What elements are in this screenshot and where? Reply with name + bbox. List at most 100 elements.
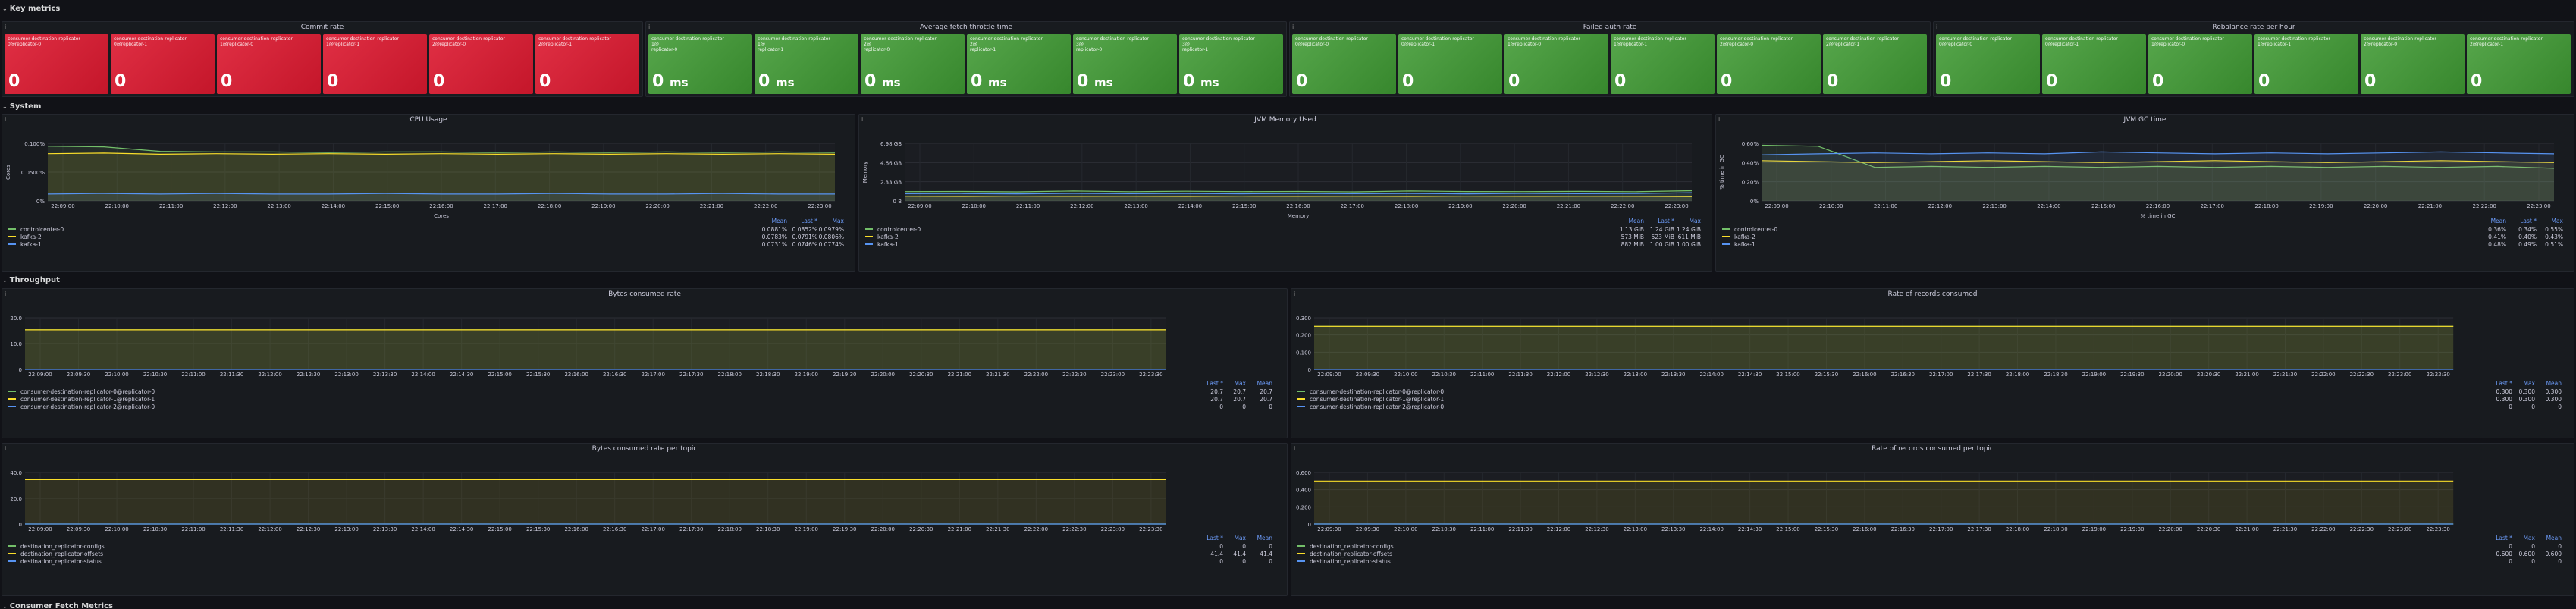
stat-tile[interactable]: consumer-destination-replicator- 1@ repl… xyxy=(755,34,858,94)
stat-tile[interactable]: consumer-destination-replicator- 2@repli… xyxy=(1717,34,1821,94)
legend-header[interactable]: Mean xyxy=(2527,535,2562,542)
legend-item[interactable]: consumer-destination-replicator-1@replic… xyxy=(1297,395,2569,403)
row-consumer-fetch-metrics[interactable]: ⌄ Consumer Fetch Metrics xyxy=(0,601,113,609)
legend-item[interactable]: kafka-1 0.48% 0.49% 0.51% xyxy=(1722,240,2569,248)
timeseries-panel-records_per_topic[interactable]: i Rate of records consumed per topic 0.60… xyxy=(1291,443,2574,596)
timeseries-panel-records_consumed[interactable]: i Rate of records consumed 0.300 0.200 0.10… xyxy=(1291,288,2574,438)
stat-tile[interactable]: consumer-destination-replicator- 2@ repl… xyxy=(967,34,1071,94)
x-tick-label: 22:16:00 xyxy=(1853,526,1876,532)
legend-series-name: kafka-2 xyxy=(877,233,899,240)
legend-item[interactable]: kafka-1 0.0731% 0.0746% 0.0774% xyxy=(8,240,850,248)
timeseries-panel-cpu[interactable]: i CPU Usage 0.100% 0.0500% 0% 22:09:00 22:10:… xyxy=(2,114,855,272)
stat-tile[interactable]: consumer-destination-replicator- 2@repli… xyxy=(2467,34,2571,94)
legend-header[interactable]: Mean xyxy=(1238,535,1272,542)
legend-item[interactable]: destination_replicator-offsets 0.600 0.600… xyxy=(1297,550,2569,557)
legend-item[interactable]: consumer-destination-replicator-2@replic… xyxy=(8,403,1282,410)
stat-panel[interactable]: i Rebalance rate per hour consumer-destin… xyxy=(1933,21,2574,97)
x-tick-label: 22:16:30 xyxy=(1891,372,1915,378)
legend-item[interactable]: destination_replicator-configs 0 0 0 xyxy=(1297,542,2569,550)
stat-panel[interactable]: i Failed auth rate consumer-destination-r… xyxy=(1289,21,1931,97)
timeseries-panel-jvm_mem[interactable]: i JVM Memory Used 6.98 GB 4.66 GB 2.33 GB 0 … xyxy=(858,114,1712,272)
legend-item[interactable]: destination_replicator-status 0 0 0 xyxy=(8,557,1282,565)
x-tick-label: 22:16:30 xyxy=(1891,526,1915,532)
legend-item[interactable]: controlcenter-0 1.13 GiB 1.24 GiB 1.24 GiB xyxy=(865,225,1707,233)
x-tick-label: 22:17:00 xyxy=(1929,372,1953,378)
stat-tile[interactable]: consumer-destination-replicator- 1@repli… xyxy=(323,34,427,94)
stat-tile[interactable]: consumer-destination-replicator- 2@repli… xyxy=(1823,34,1927,94)
stat-tile[interactable]: consumer-destination-replicator- 1@repli… xyxy=(2254,34,2358,94)
stat-tile[interactable]: consumer-destination-replicator- 3@ repl… xyxy=(1073,34,1177,94)
stat-tile[interactable]: consumer-destination-replicator- 1@repli… xyxy=(1611,34,1715,94)
panel-title: Commit rate xyxy=(300,24,344,31)
legend-header[interactable]: Max xyxy=(2529,218,2563,224)
x-tick-label: 22:17:30 xyxy=(1967,526,1991,532)
legend-series-name: destination_replicator-offsets xyxy=(20,550,104,557)
legend-header[interactable]: Mean xyxy=(2527,380,2562,387)
x-tick-label: 22:20:00 xyxy=(871,526,895,532)
stat-panel[interactable]: i Commit rate consumer-destination-replic… xyxy=(2,21,643,97)
stat-value: 0 xyxy=(115,72,127,91)
legend-item[interactable]: kafka-2 0.0783% 0.0791% 0.0806% xyxy=(8,233,850,240)
x-tick-label: 22:19:30 xyxy=(2120,526,2144,532)
stat-label: consumer-destination-replicator- 2@ repl… xyxy=(864,36,938,52)
legend-header[interactable]: Mean xyxy=(2472,218,2506,224)
timeseries-panel-jvm_gc[interactable]: i JVM GC time 0.60% 0.40% 0.20% 0% 22:09:00 22… xyxy=(1715,114,2574,272)
legend-item[interactable]: destination_replicator-offsets 41.4 41.4 41… xyxy=(8,550,1282,557)
legend-item[interactable]: consumer-destination-replicator-0@replic… xyxy=(8,388,1282,395)
legend-item[interactable]: kafka-2 573 MiB 523 MiB 611 MiB xyxy=(865,233,1707,240)
stat-tile[interactable]: consumer-destination-replicator- 0@repli… xyxy=(5,34,108,94)
timeseries-panel-bytes_consumed[interactable]: i Bytes consumed rate 20.0 10.0 0 22:09:00 22… xyxy=(2,288,1288,438)
legend: Last * Max Mean consumer-destination-replic… xyxy=(1297,380,2569,413)
legend-item[interactable]: consumer-destination-replicator-1@replic… xyxy=(8,395,1282,403)
x-tick-label: 22:20:00 xyxy=(1502,203,1526,209)
stat-tile[interactable]: consumer-destination-replicator- 1@repli… xyxy=(217,34,321,94)
legend-series-name: destination_replicator-configs xyxy=(20,542,105,550)
legend-value: 0 xyxy=(1269,557,1272,565)
stat-tile[interactable]: consumer-destination-replicator- 1@ repl… xyxy=(648,34,752,94)
legend-item[interactable]: destination_replicator-status 0 0 0 xyxy=(1297,557,2569,565)
x-tick-label: 22:13:00 xyxy=(1982,203,2006,209)
stat-tile[interactable]: consumer-destination-replicator- 1@repli… xyxy=(1504,34,1608,94)
stat-label: consumer-destination-replicator- 0@repli… xyxy=(1295,36,1370,47)
stat-tile[interactable]: consumer-destination-replicator- 0@repli… xyxy=(2042,34,2146,94)
legend-value: 0.36% xyxy=(2488,225,2506,233)
x-tick-label: 22:14:30 xyxy=(1738,526,1762,532)
legend-header[interactable]: Max xyxy=(1667,218,1701,224)
x-tick-label: 22:17:30 xyxy=(1967,372,1991,378)
legend-item[interactable]: kafka-1 882 MiB 1.00 GiB 1.00 GiB xyxy=(865,240,1707,248)
row-system[interactable]: ⌄ System xyxy=(0,101,41,111)
stat-tile[interactable]: consumer-destination-replicator- 2@repli… xyxy=(2361,34,2465,94)
stat-tile[interactable]: consumer-destination-replicator- 1@repli… xyxy=(2148,34,2252,94)
x-tick-label: 22:15:00 xyxy=(1776,372,1799,378)
stat-tile[interactable]: consumer-destination-replicator- 3@ repl… xyxy=(1179,34,1283,94)
legend-item[interactable]: consumer-destination-replicator-2@replic… xyxy=(1297,403,2569,410)
legend-item[interactable]: controlcenter-0 0.0881% 0.0852% 0.0979% xyxy=(8,225,850,233)
legend-header[interactable]: Mean xyxy=(1610,218,1644,224)
timeseries-panel-bytes_per_topic[interactable]: i Bytes consumed rate per topic 40.0 20.0 0… xyxy=(2,443,1288,596)
x-tick-label: 22:18:00 xyxy=(2006,372,2029,378)
x-tick-label: 22:11:00 xyxy=(181,372,205,378)
legend-item[interactable]: controlcenter-0 0.36% 0.34% 0.55% xyxy=(1722,225,2569,233)
row-key-metrics[interactable]: ⌄ Key metrics xyxy=(0,3,60,14)
legend-header[interactable]: Mean xyxy=(753,218,787,224)
stat-tile[interactable]: consumer-destination-replicator- 0@repli… xyxy=(1398,34,1502,94)
legend-item[interactable]: destination_replicator-configs 0 0 0 xyxy=(8,542,1282,550)
stat-label: consumer-destination-replicator- 1@ repl… xyxy=(651,36,726,52)
stat-tile[interactable]: consumer-destination-replicator- 2@ repl… xyxy=(861,34,965,94)
x-tick-label: 22:15:00 xyxy=(1776,526,1799,532)
stat-tile[interactable]: consumer-destination-replicator- 0@repli… xyxy=(1292,34,1396,94)
legend-header[interactable]: Mean xyxy=(1238,380,1272,387)
row-throughput[interactable]: ⌄ Throughput xyxy=(0,275,60,285)
stat-tile[interactable]: consumer-destination-replicator- 2@repli… xyxy=(429,34,533,94)
stat-tile[interactable]: consumer-destination-replicator- 0@repli… xyxy=(1936,34,2040,94)
stat-tile[interactable]: consumer-destination-replicator- 0@repli… xyxy=(111,34,215,94)
legend-header[interactable]: Max xyxy=(810,218,844,224)
legend-item[interactable]: kafka-2 0.41% 0.40% 0.43% xyxy=(1722,233,2569,240)
stat-tile[interactable]: consumer-destination-replicator- 2@repli… xyxy=(535,34,639,94)
stat-panel[interactable]: i Average fetch throttle time consumer-de… xyxy=(645,21,1287,97)
x-tick-label: 22:12:30 xyxy=(1585,526,1608,532)
legend-value: 0.300 xyxy=(2545,395,2562,403)
legend-item[interactable]: consumer-destination-replicator-0@replic… xyxy=(1297,388,2569,395)
x-tick-label: 22:14:00 xyxy=(2037,203,2060,209)
x-tick-label: 22:10:00 xyxy=(962,203,986,209)
